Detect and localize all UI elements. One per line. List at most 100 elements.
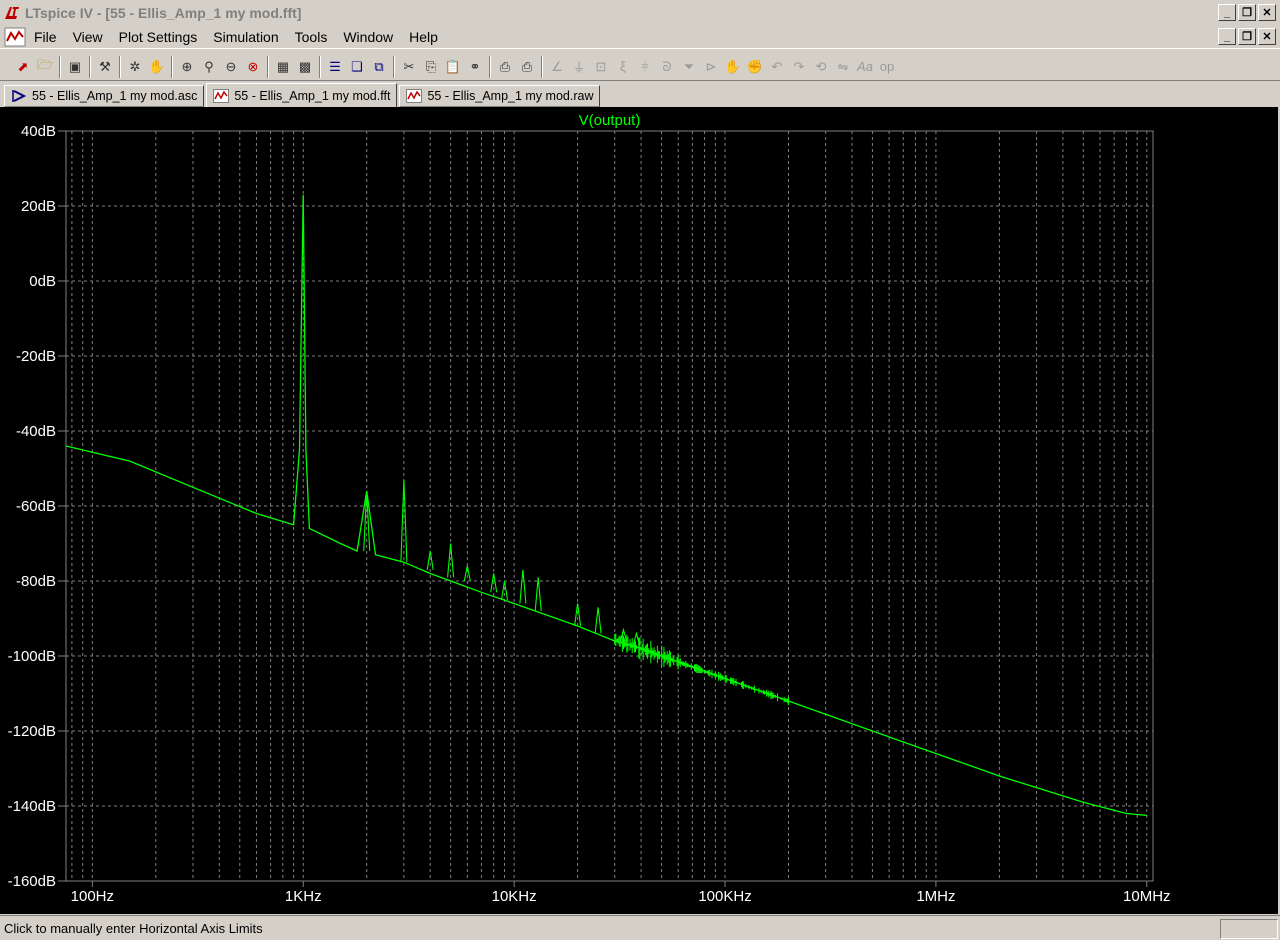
child-minimize-button[interactable]: _ <box>1218 28 1236 45</box>
resistor-button[interactable]: ξ <box>612 56 634 78</box>
capacitor-button[interactable]: ⫩ <box>634 56 656 78</box>
zoom-back-button[interactable]: ⚲ <box>198 56 220 78</box>
zoom-area-button[interactable]: ⊕ <box>176 56 198 78</box>
x-tick-label: 1MHz <box>916 888 955 905</box>
tab-raw[interactable]: 55 - Ellis_Amp_1 my mod.raw <box>399 85 601 107</box>
restore-button[interactable]: ❐ <box>1238 4 1256 21</box>
save-button[interactable]: ▣ <box>64 56 86 78</box>
rotate-icon: ⟲ <box>815 58 827 74</box>
run-button[interactable]: ✲ <box>124 56 146 78</box>
pan-button[interactable]: ✋ <box>146 56 168 78</box>
zoom-fit-button[interactable]: ⊗ <box>242 56 264 78</box>
undo-icon: ↶ <box>771 58 783 74</box>
component-icon: ⊳ <box>705 58 717 74</box>
open-button[interactable]: 🗁 <box>34 56 56 78</box>
minimize-button[interactable]: _ <box>1218 4 1236 21</box>
harmonic-spike <box>463 565 471 582</box>
open-folder-icon: 🗁 <box>36 56 54 72</box>
menu-view[interactable]: View <box>65 29 111 45</box>
y-tick-label: -120dB <box>8 723 56 740</box>
tile-horizontal-icon: ☰ <box>329 58 341 74</box>
undo-button[interactable]: ↶ <box>766 56 788 78</box>
capacitor-icon: ⫩ <box>641 58 649 74</box>
inductor-button[interactable]: ᘐ <box>656 56 678 78</box>
close-icon: ✕ <box>1262 7 1272 19</box>
menu-file[interactable]: File <box>26 29 65 45</box>
print-preview-button[interactable]: ⎙ <box>494 56 516 78</box>
component-button[interactable]: ⊳ <box>700 56 722 78</box>
y-tick-label: -60dB <box>16 498 56 515</box>
redo-button[interactable]: ↷ <box>788 56 810 78</box>
binoculars-icon: ⚭ <box>469 58 481 74</box>
tab-label: 55 - Ellis_Amp_1 my mod.fft <box>234 88 391 103</box>
fft-chart[interactable]: 40dB 20dB 0dB -20dB -40dB -60dB -80dB -100dB -12… <box>0 107 1278 914</box>
rotate-button[interactable]: ⟲ <box>810 56 832 78</box>
trace-label: V(output) <box>579 112 641 129</box>
text-button[interactable]: Aa <box>854 56 876 78</box>
hand-icon: ✋ <box>148 58 166 74</box>
text-icon: Aa <box>857 59 873 74</box>
document-waveform-icon[interactable] <box>4 27 26 47</box>
spice-directive-button[interactable]: op <box>876 56 898 78</box>
autorange-button[interactable]: ▦ <box>272 56 294 78</box>
y-tick-label: -20dB <box>16 348 56 365</box>
spice-directive-icon: op <box>879 59 895 74</box>
label-button[interactable]: ⊡ <box>590 56 612 78</box>
paste-button[interactable]: 📋 <box>442 56 464 78</box>
mirror-icon: ⇋ <box>837 58 849 74</box>
schematic-icon <box>12 90 27 102</box>
toolbar-separator <box>171 55 173 78</box>
toolbar-separator <box>89 55 91 78</box>
drag-button[interactable]: ✊ <box>744 56 766 78</box>
waveform-icon <box>406 89 423 103</box>
y-tick-label: -80dB <box>16 573 56 590</box>
menu-help[interactable]: Help <box>401 29 446 45</box>
mirror-button[interactable]: ⇋ <box>832 56 854 78</box>
y-tick-label: -100dB <box>8 648 56 665</box>
toolbar: ⬈ 🗁 ▣ ⚒ ✲ ✋ ⊕ ⚲ ⊖ ⊗ ▦ ▩ ☰ ❏ ⧉ ✂ ⎘ 📋 ⚭ ⎙ … <box>0 53 1280 81</box>
tile-horizontal-button[interactable]: ☰ <box>324 56 346 78</box>
zoom-cancel-icon: ⊗ <box>247 58 259 74</box>
menu-bar: File View Plot Settings Simulation Tools… <box>0 25 1280 49</box>
cascade-button[interactable]: ❏ <box>346 56 368 78</box>
control-panel-button[interactable]: ⚒ <box>94 56 116 78</box>
title-bar: LTspice IV - [55 - Ellis_Amp_1 my mod.ff… <box>0 0 1280 25</box>
toolbar-separator <box>541 55 543 78</box>
new-schematic-button[interactable]: ⬈ <box>12 56 34 78</box>
toolbar-separator <box>489 55 491 78</box>
new-schematic-icon: ⬈ <box>17 58 29 74</box>
hammer-icon: ⚒ <box>99 58 111 74</box>
harmonic-spike <box>519 569 527 604</box>
menu-simulation[interactable]: Simulation <box>205 29 286 45</box>
menu-tools[interactable]: Tools <box>287 29 336 45</box>
grid-button[interactable]: ▩ <box>294 56 316 78</box>
redo-icon: ↷ <box>793 58 805 74</box>
child-restore-button[interactable]: ❐ <box>1238 28 1256 45</box>
move-button[interactable]: ✋ <box>722 56 744 78</box>
diode-icon: ⏷ <box>683 58 695 74</box>
close-button[interactable]: ✕ <box>1258 4 1276 21</box>
tile-vertical-icon: ⧉ <box>374 58 384 74</box>
zoom-out-button[interactable]: ⊖ <box>220 56 242 78</box>
x-tick-label: 100KHz <box>698 888 751 905</box>
find-button[interactable]: ⚭ <box>464 56 486 78</box>
copy-button[interactable]: ⎘ <box>420 56 442 78</box>
harmonic-spike <box>447 543 455 578</box>
tile-vertical-button[interactable]: ⧉ <box>368 56 390 78</box>
resistor-icon: ξ <box>620 59 626 74</box>
print-button[interactable]: ⎙ <box>516 56 538 78</box>
menu-window[interactable]: Window <box>335 29 401 45</box>
tab-fft[interactable]: 55 - Ellis_Amp_1 my mod.fft <box>206 83 398 107</box>
tab-asc[interactable]: 55 - Ellis_Amp_1 my mod.asc <box>4 85 205 107</box>
diode-button[interactable]: ⏷ <box>678 56 700 78</box>
minimize-icon: _ <box>1223 6 1231 19</box>
menu-plot-settings[interactable]: Plot Settings <box>111 29 206 45</box>
child-close-button[interactable]: ✕ <box>1258 28 1276 45</box>
wire-button[interactable]: ∠ <box>546 56 568 78</box>
cut-button[interactable]: ✂ <box>398 56 420 78</box>
waveform-plot[interactable]: 40dB 20dB 0dB -20dB -40dB -60dB -80dB -100dB -12… <box>0 107 1278 914</box>
zoom-out-icon: ⊖ <box>225 58 237 74</box>
ground-button[interactable]: ⏚ <box>568 56 590 78</box>
scissors-icon: ✂ <box>403 58 415 74</box>
copy-icon: ⎘ <box>425 58 437 74</box>
